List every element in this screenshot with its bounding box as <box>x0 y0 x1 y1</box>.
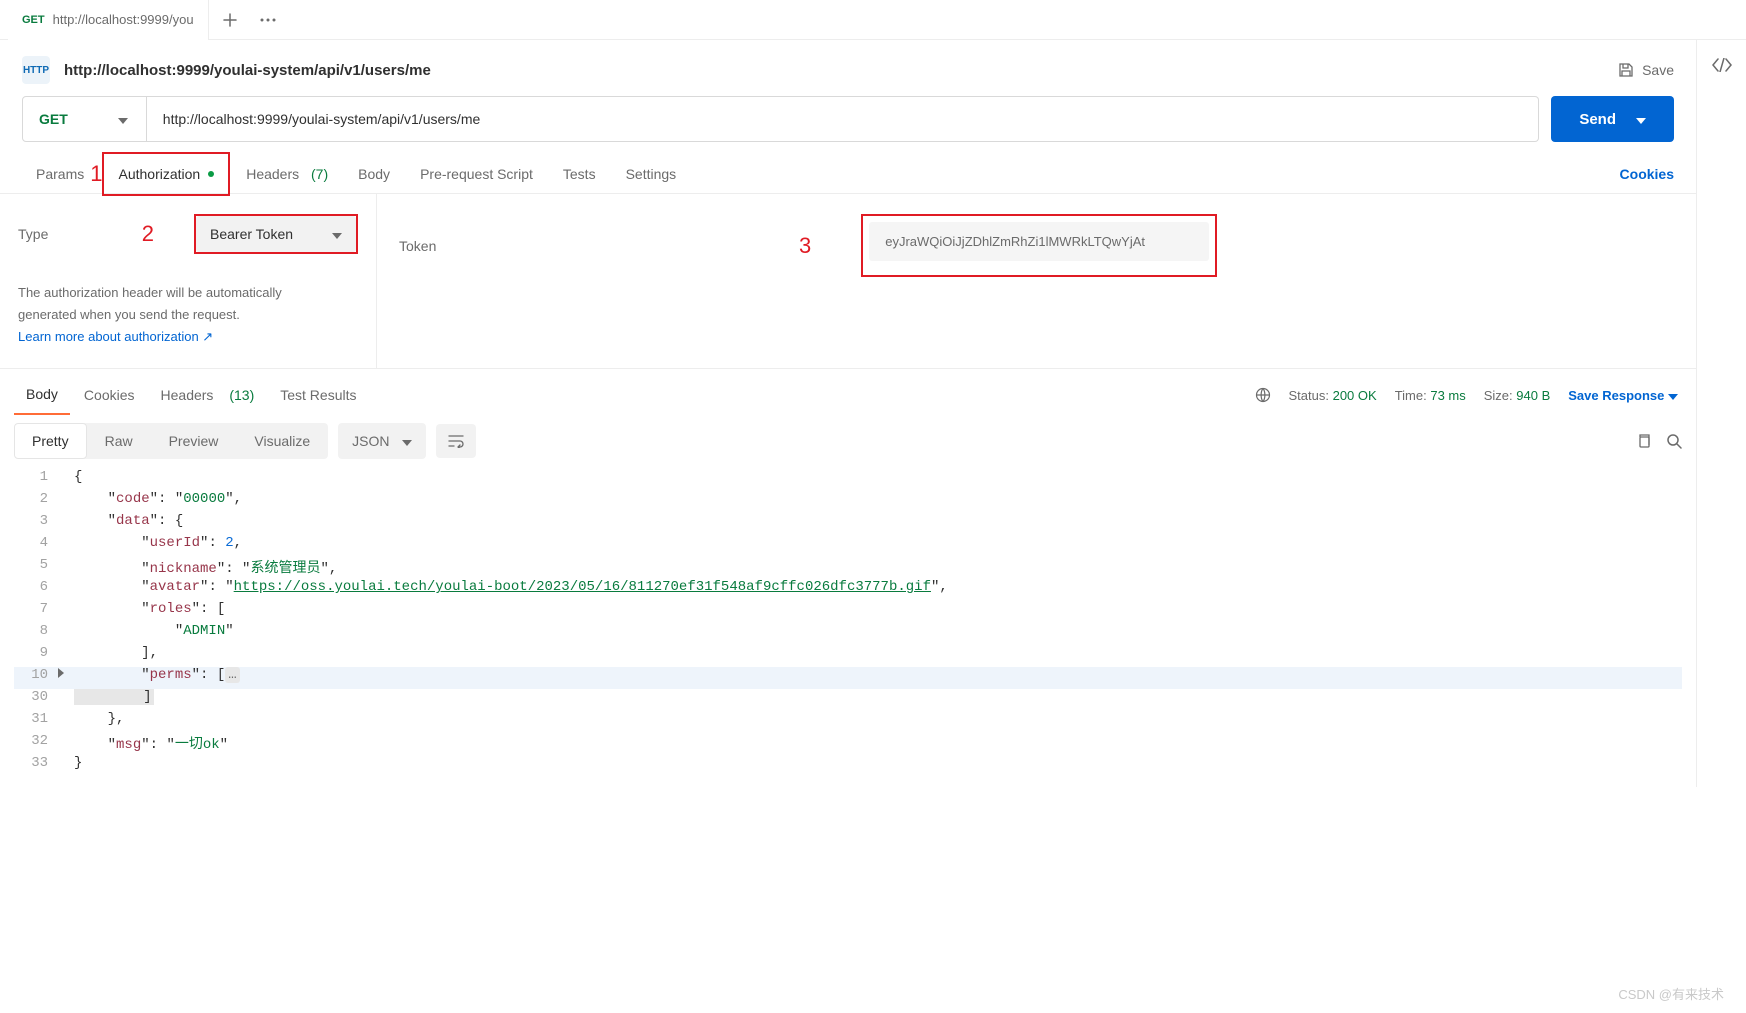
tab-bar: GET http://localhost:9999/you <box>0 0 1746 40</box>
search-icon[interactable] <box>1666 433 1682 449</box>
right-rail <box>1696 40 1746 787</box>
copy-icon[interactable] <box>1636 433 1652 449</box>
auth-type-label: Type <box>18 226 62 242</box>
annotation-3: 3 <box>799 233 811 259</box>
tab-body[interactable]: Body <box>344 154 404 194</box>
token-input[interactable]: eyJraWQiOiJjZDhlZmRhZi1lMWRkLTQwYjAt <box>869 222 1209 261</box>
method-select[interactable]: GET <box>22 96 147 142</box>
view-preview[interactable]: Preview <box>151 423 237 459</box>
view-raw[interactable]: Raw <box>87 423 151 459</box>
learn-more-link[interactable]: Learn more about authorization ↗ <box>18 329 213 344</box>
token-label: Token <box>399 238 599 254</box>
url-input[interactable]: http://localhost:9999/youlai-system/api/… <box>147 96 1540 142</box>
save-icon <box>1618 62 1634 78</box>
response-body[interactable]: 1{ 2 "code": "00000", 3 "data": { 4 "use… <box>0 469 1696 787</box>
tab-authorization[interactable]: Authorization <box>104 154 228 194</box>
save-response-button[interactable]: Save Response <box>1568 388 1678 403</box>
request-name[interactable]: http://localhost:9999/youlai-system/api/… <box>64 62 431 79</box>
chevron-down-icon <box>332 226 342 242</box>
tab-title: http://localhost:9999/you <box>53 12 194 27</box>
tab-method-badge: GET <box>22 14 45 26</box>
response-bar: Body Cookies Headers (13) Test Results S… <box>0 369 1696 413</box>
tab-params[interactable]: Params <box>22 154 98 194</box>
active-dot-icon <box>208 171 214 177</box>
tab-tests[interactable]: Tests <box>549 154 610 194</box>
send-button[interactable]: Send <box>1551 96 1674 142</box>
new-tab-button[interactable] <box>213 3 247 37</box>
save-label: Save <box>1642 62 1674 78</box>
code-icon[interactable] <box>1712 58 1732 72</box>
annotation-1: 1 <box>90 161 102 187</box>
view-visualize[interactable]: Visualize <box>236 423 328 459</box>
request-tab[interactable]: GET http://localhost:9999/you <box>8 0 209 40</box>
fold-toggle[interactable] <box>58 667 74 683</box>
auth-right: Token 3 eyJraWQiOiJjZDhlZmRhZi1lMWRkLTQw… <box>377 194 1696 368</box>
auth-type-select[interactable]: Bearer Token <box>196 216 356 252</box>
tab-settings[interactable]: Settings <box>612 154 691 194</box>
cookies-link[interactable]: Cookies <box>1620 166 1674 182</box>
chevron-down-icon <box>118 111 128 127</box>
resp-tab-body[interactable]: Body <box>14 375 70 415</box>
size-text: Size: 940 B <box>1484 388 1551 403</box>
chevron-down-icon <box>402 433 412 449</box>
status-text: Status: 200 OK <box>1289 388 1377 403</box>
annotation-2: 2 <box>142 221 154 247</box>
tab-prerequest[interactable]: Pre-request Script <box>406 154 547 194</box>
globe-icon[interactable] <box>1255 387 1271 403</box>
view-pretty[interactable]: Pretty <box>14 423 87 459</box>
auth-help-text: The authorization header will be automat… <box>18 282 358 348</box>
resp-tab-cookies[interactable]: Cookies <box>72 375 147 415</box>
view-mode-segment: Pretty Raw Preview Visualize <box>14 423 328 459</box>
resp-tab-tests[interactable]: Test Results <box>268 375 368 415</box>
wrap-lines-button[interactable] <box>436 424 476 458</box>
view-toolbar: Pretty Raw Preview Visualize JSON <box>0 413 1696 469</box>
tab-overflow-button[interactable] <box>251 3 285 37</box>
http-icon: HTTP <box>22 56 50 84</box>
chevron-down-icon <box>1636 111 1646 128</box>
time-text: Time: 73 ms <box>1395 388 1466 403</box>
request-header: HTTP http://localhost:9999/youlai-system… <box>0 40 1696 96</box>
auth-left: Type 2 Bearer Token The authorization he… <box>0 194 377 368</box>
auth-type-value: Bearer Token <box>210 226 293 242</box>
resp-tab-headers[interactable]: Headers (13) <box>149 375 267 415</box>
request-tabs: Params 1 Authorization Headers (7) Body … <box>0 154 1696 194</box>
language-select[interactable]: JSON <box>338 423 425 459</box>
watermark: CSDN @有来技术 <box>1618 984 1724 1003</box>
tab-headers[interactable]: Headers (7) <box>232 154 342 194</box>
authorization-panel: Type 2 Bearer Token The authorization he… <box>0 194 1696 369</box>
save-button[interactable]: Save <box>1618 62 1674 78</box>
url-bar: GET http://localhost:9999/youlai-system/… <box>0 96 1696 154</box>
method-value: GET <box>39 111 68 127</box>
